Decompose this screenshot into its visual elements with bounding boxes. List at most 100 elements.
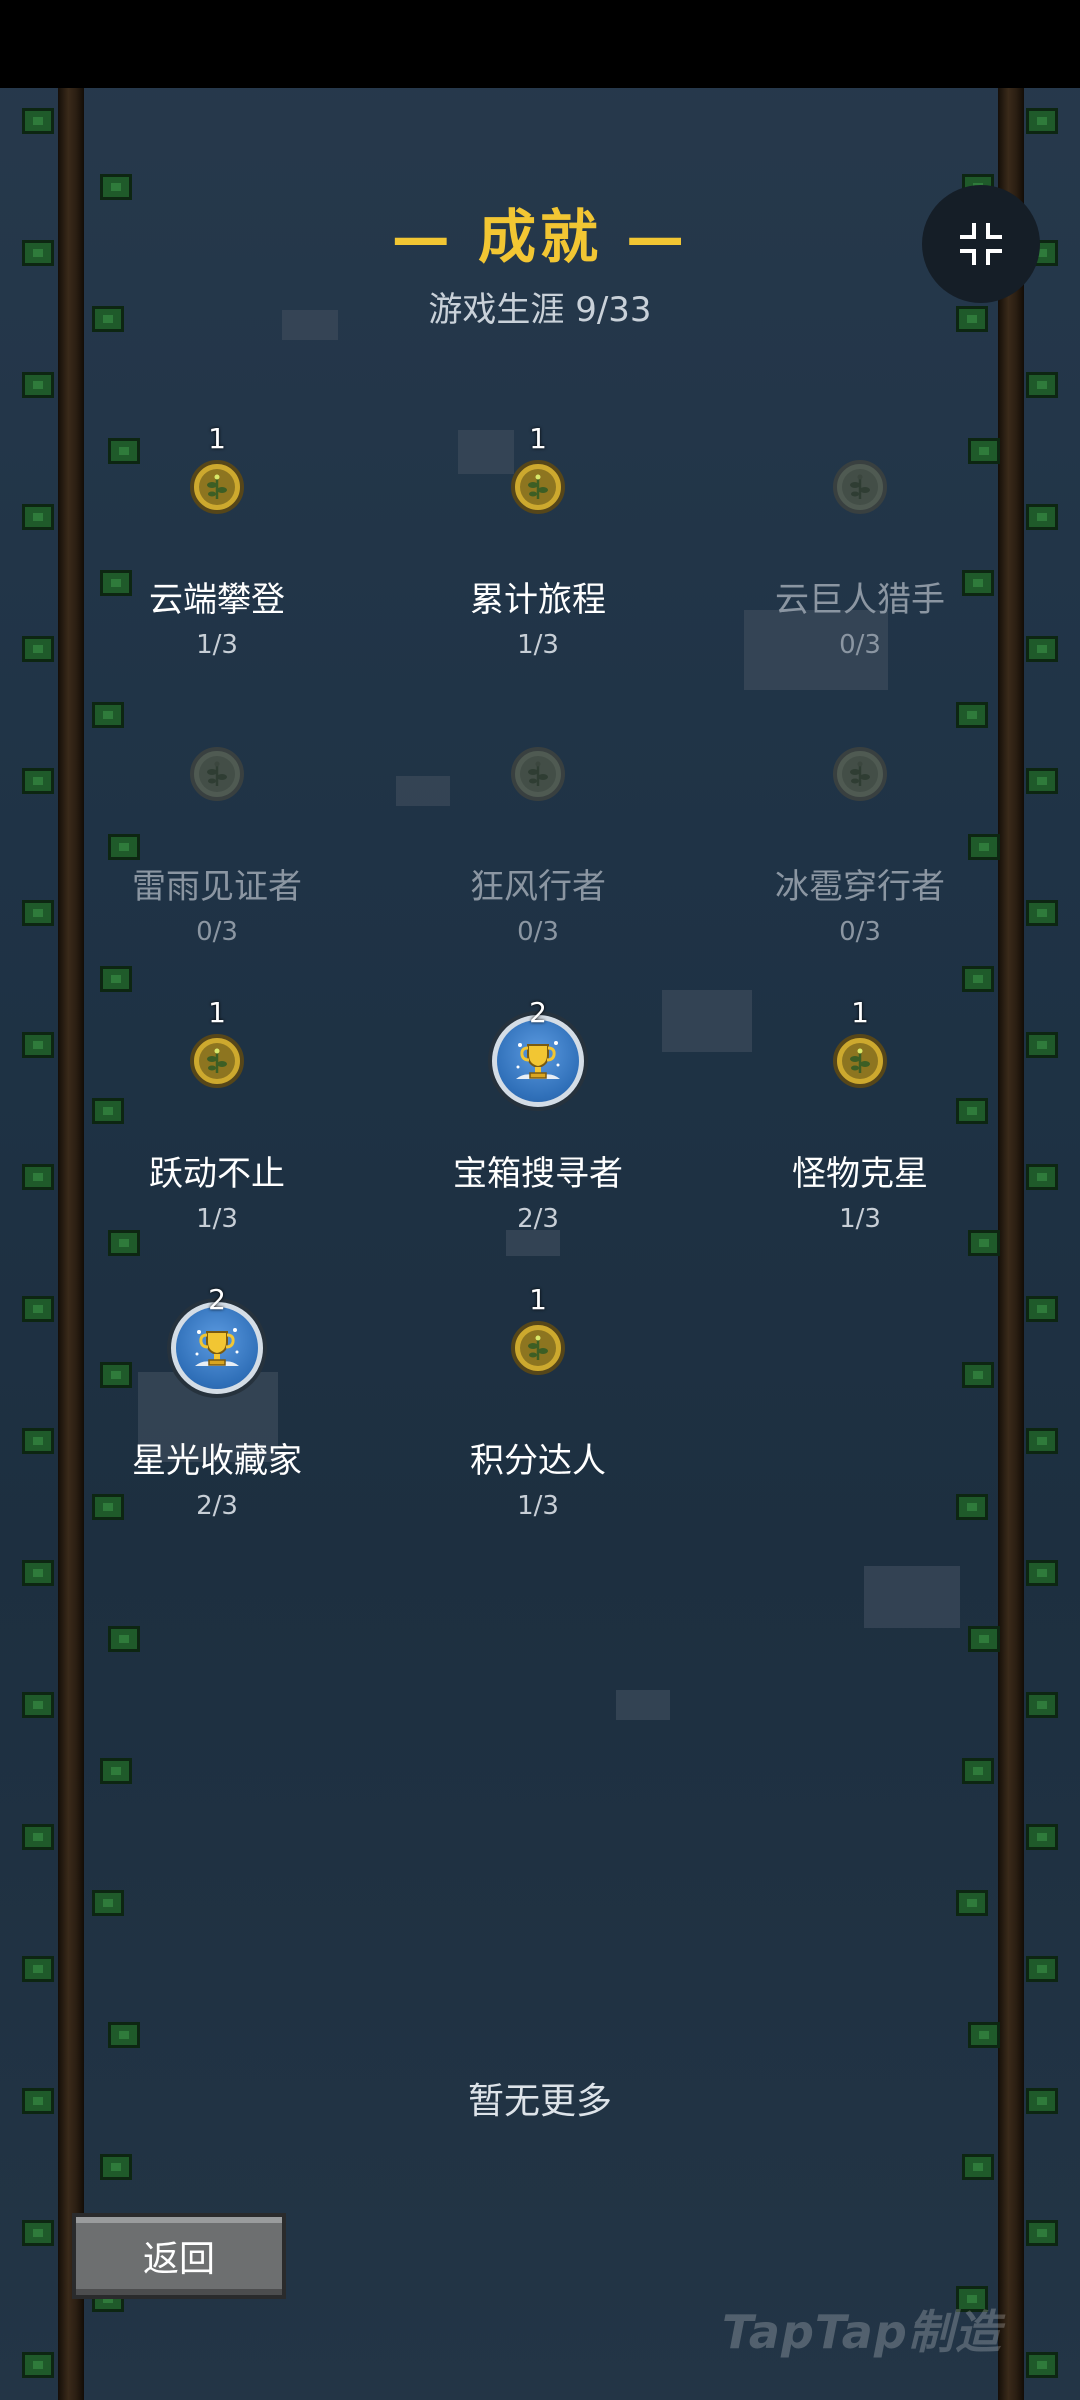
vine-leaf xyxy=(22,636,54,662)
achievement-progress: 0/3 xyxy=(196,917,238,947)
vine-leaf xyxy=(956,1890,988,1916)
achievement-progress: 0/3 xyxy=(517,917,559,947)
vine-leaf xyxy=(22,1164,54,1190)
vine-leaf xyxy=(962,1362,994,1388)
vine-leaf xyxy=(1026,1560,1058,1586)
vine-leaf xyxy=(1026,1032,1058,1058)
vine-leaf xyxy=(108,2022,140,2048)
achievement-progress: 1/3 xyxy=(196,630,238,660)
achievement-item[interactable]: 1 怪物克星 1/3 xyxy=(700,996,1020,1256)
achievement-item[interactable]: 狂风行者 0/3 xyxy=(378,719,698,969)
vine-leaf xyxy=(108,1626,140,1652)
achievement-item[interactable]: 1 跃动不止 1/3 xyxy=(57,996,377,1256)
vine-leaf xyxy=(1026,768,1058,794)
vine-leaf xyxy=(22,768,54,794)
achievement-item[interactable]: 1 云端攀登 1/3 xyxy=(57,422,377,682)
locked-medal-icon xyxy=(162,719,272,829)
achievement-name: 积分达人 xyxy=(470,1441,606,1481)
vine-leaf xyxy=(962,966,994,992)
vine-leaf xyxy=(22,372,54,398)
vine-leaf xyxy=(22,504,54,530)
achievement-level: 1 xyxy=(529,1283,547,1316)
achievement-name: 冰雹穿行者 xyxy=(775,867,945,907)
achievement-item[interactable]: 2 星光收藏家 2/3 xyxy=(57,1283,377,1543)
vine-leaf xyxy=(956,1494,988,1520)
vine-leaf xyxy=(22,1692,54,1718)
vine-leaf xyxy=(1026,1824,1058,1850)
achievements-screen: — 成就 — 游戏生涯 9/33 1 云端攀登 1/3 1 累计旅程 1/3 云巨人猎手 0/… xyxy=(0,0,1080,2400)
achievement-progress: 1/3 xyxy=(196,1204,238,1234)
vine-leaf xyxy=(968,1626,1000,1652)
vine-leaf xyxy=(1026,636,1058,662)
taptap-watermark: TapTap制造 xyxy=(722,2305,1002,2359)
vine-leaf xyxy=(1026,1164,1058,1190)
vine-leaf xyxy=(1026,1956,1058,1982)
achievement-name: 跃动不止 xyxy=(149,1154,285,1194)
achievement-progress: 2/3 xyxy=(517,1204,559,1234)
achievement-progress: 1/3 xyxy=(517,1491,559,1521)
achievement-level: 2 xyxy=(208,1283,226,1316)
vine-leaf xyxy=(22,108,54,134)
vine-leaf xyxy=(92,1890,124,1916)
achievement-progress: 1/3 xyxy=(839,1204,881,1234)
achievement-item[interactable]: 云巨人猎手 0/3 xyxy=(700,432,1020,682)
back-button[interactable]: 返回 xyxy=(72,2213,286,2299)
vine-leaf xyxy=(1026,900,1058,926)
vine-leaf xyxy=(22,2352,54,2378)
achievement-progress: 2/3 xyxy=(196,1491,238,1521)
vine-leaf xyxy=(22,1956,54,1982)
vine-leaf xyxy=(1026,504,1058,530)
achievement-item[interactable]: 冰雹穿行者 0/3 xyxy=(700,719,1020,969)
locked-medal-icon xyxy=(805,432,915,542)
vine-leaf xyxy=(22,1560,54,1586)
vine-leaf xyxy=(100,966,132,992)
vine-leaf xyxy=(22,1296,54,1322)
vine-leaf xyxy=(22,1428,54,1454)
vine-leaf xyxy=(962,2154,994,2180)
status-bar xyxy=(0,0,1080,88)
collapse-arrows-icon xyxy=(960,223,1002,265)
locked-medal-icon xyxy=(805,719,915,829)
achievement-progress: 0/3 xyxy=(839,917,881,947)
achievement-name: 云巨人猎手 xyxy=(775,580,945,620)
achievement-name: 怪物克星 xyxy=(792,1154,928,1194)
vine-leaf xyxy=(1026,108,1058,134)
vine-leaf xyxy=(962,1758,994,1784)
collapse-button[interactable] xyxy=(922,185,1040,303)
vine-leaf xyxy=(1026,1428,1058,1454)
achievement-name: 宝箱搜寻者 xyxy=(453,1154,623,1194)
achievement-level: 1 xyxy=(851,996,869,1029)
vine-leaf xyxy=(22,2220,54,2246)
no-more-text: 暂无更多 xyxy=(467,2081,612,2122)
vine-leaf xyxy=(22,1032,54,1058)
vine-leaf xyxy=(22,1824,54,1850)
achievement-item[interactable]: 1 积分达人 1/3 xyxy=(378,1283,698,1543)
achievement-progress: 1/3 xyxy=(517,630,559,660)
achievement-item[interactable]: 2 宝箱搜寻者 2/3 xyxy=(378,996,698,1256)
vine-leaf xyxy=(1026,2220,1058,2246)
vine-leaf xyxy=(22,900,54,926)
vine-leaf xyxy=(1026,1692,1058,1718)
achievement-level: 1 xyxy=(208,422,226,455)
page-title: — 成就 — xyxy=(391,203,689,271)
vine-leaf xyxy=(968,2022,1000,2048)
vine-leaf xyxy=(1026,2352,1058,2378)
achievement-level: 1 xyxy=(208,996,226,1029)
vine-leaf xyxy=(1026,1296,1058,1322)
achievement-level: 1 xyxy=(529,422,547,455)
achievement-name: 狂风行者 xyxy=(470,867,606,907)
achievement-level: 2 xyxy=(529,996,547,1029)
vine-leaf xyxy=(100,1758,132,1784)
achievement-progress: 0/3 xyxy=(839,630,881,660)
locked-medal-icon xyxy=(483,719,593,829)
achievement-name: 星光收藏家 xyxy=(132,1441,302,1481)
achievement-name: 云端攀登 xyxy=(149,580,285,620)
vine-leaf xyxy=(100,2154,132,2180)
achievement-name: 雷雨见证者 xyxy=(132,867,302,907)
vine-leaf xyxy=(1026,372,1058,398)
achievement-item[interactable]: 雷雨见证者 0/3 xyxy=(57,719,377,969)
achievement-name: 累计旅程 xyxy=(470,580,606,620)
achievement-item[interactable]: 1 累计旅程 1/3 xyxy=(378,422,698,682)
cloud-decoration xyxy=(616,1690,670,1720)
career-progress: 游戏生涯 9/33 xyxy=(428,290,652,330)
